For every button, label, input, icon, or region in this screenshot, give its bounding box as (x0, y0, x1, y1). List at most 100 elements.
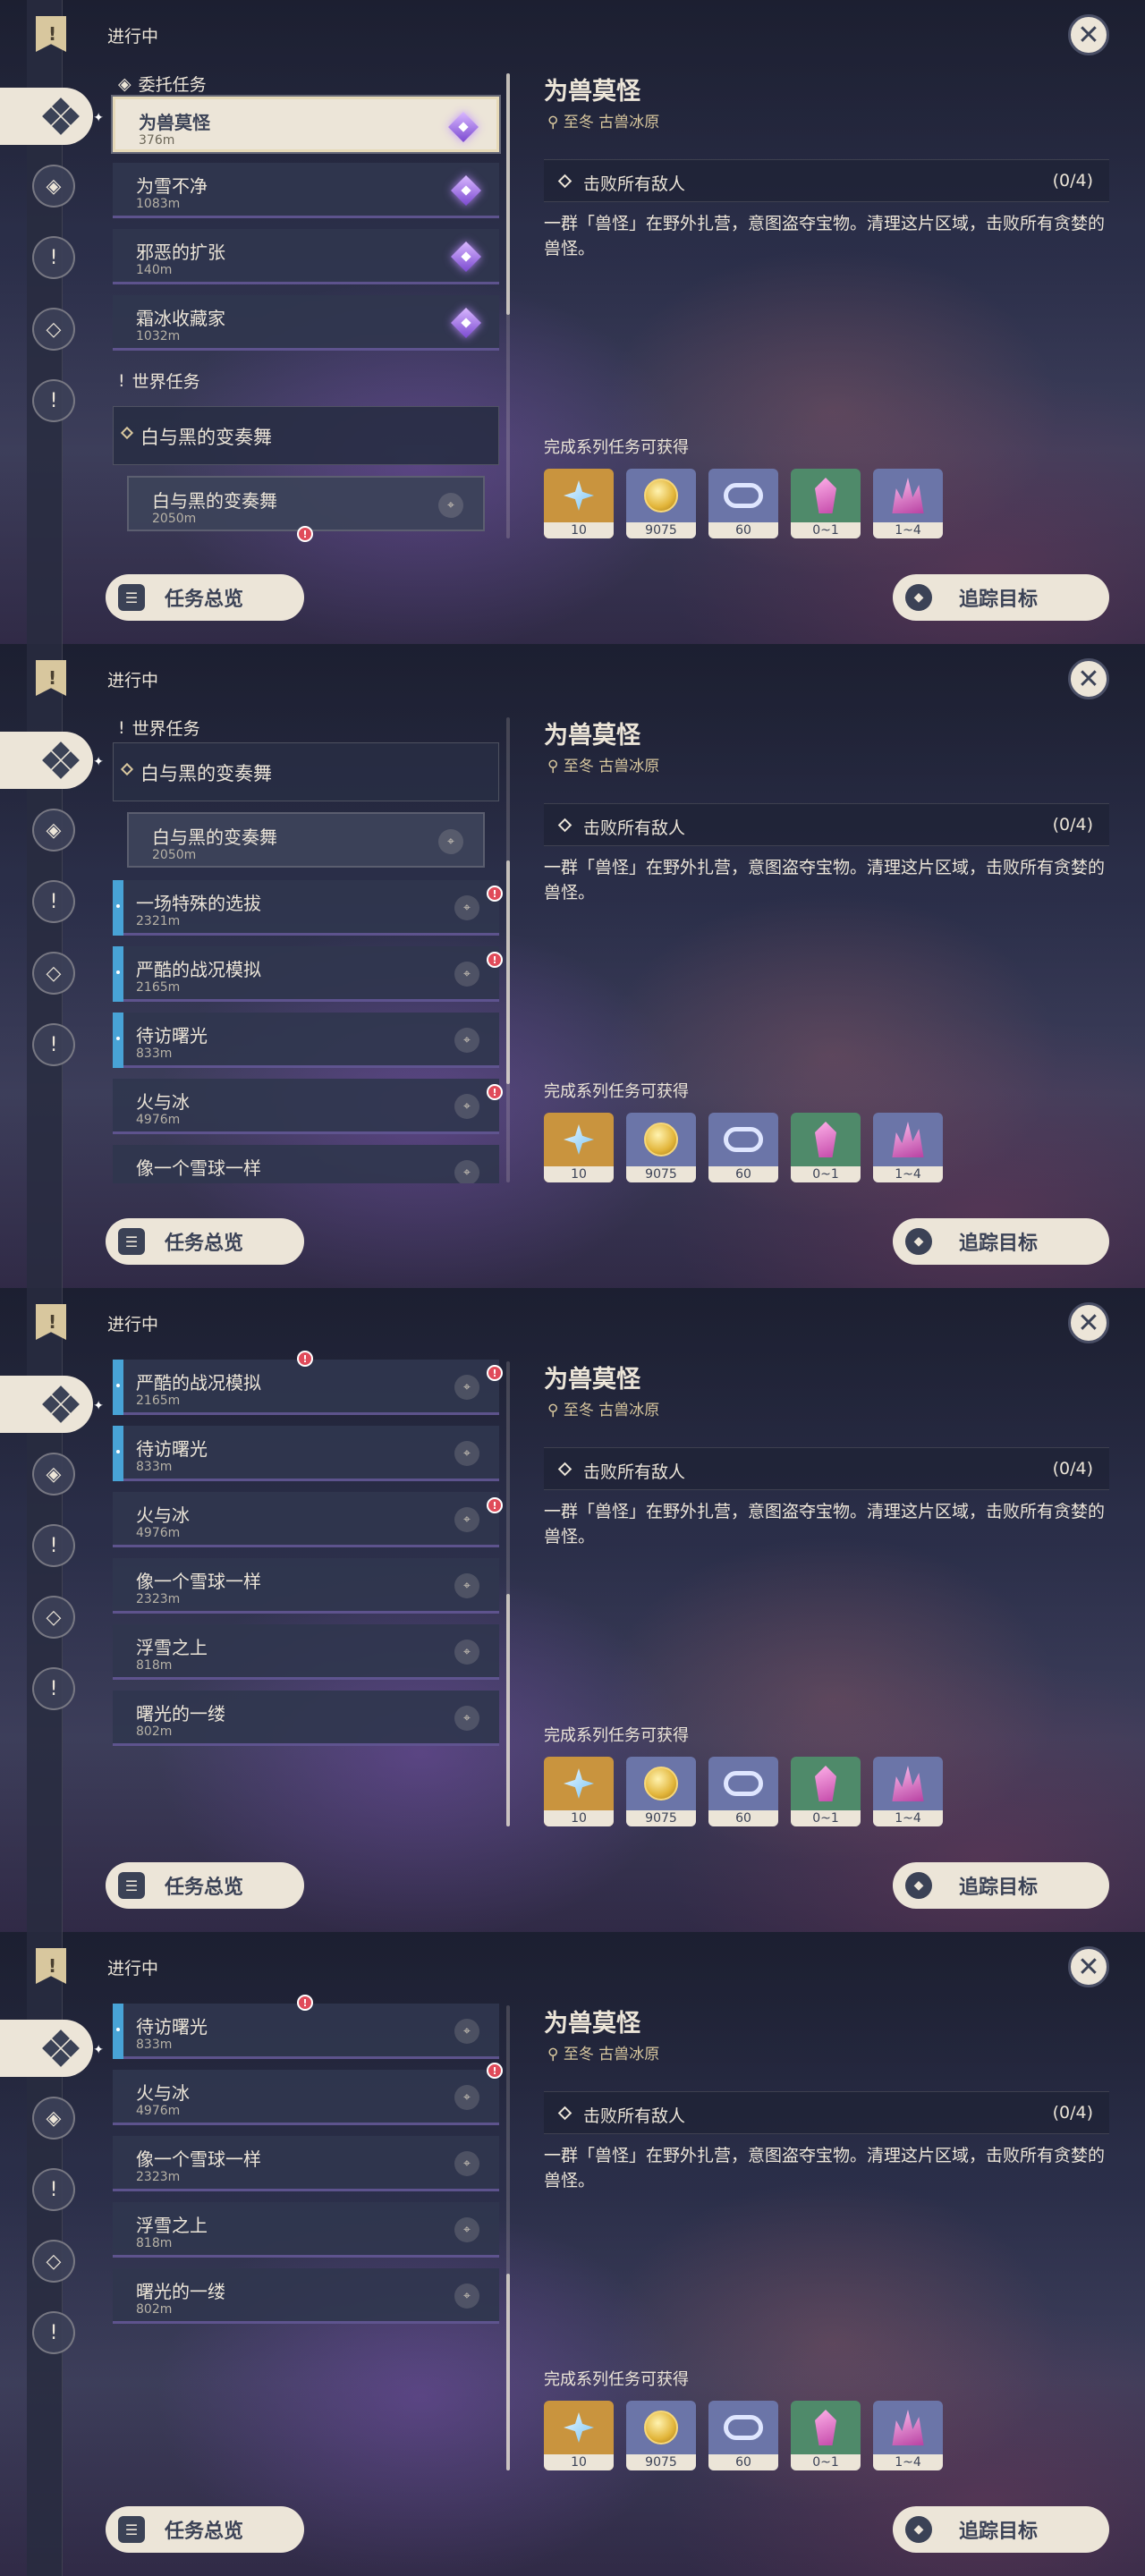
quest-item[interactable]: 浮雪之上 818m ⌖ (113, 2202, 499, 2258)
rail-tab-archon-quests[interactable]: ◈ (32, 809, 75, 852)
world-quest-group-header[interactable]: 白与黑的变奏舞 (113, 406, 499, 465)
world-quest-group-header[interactable]: 白与黑的变奏舞 (113, 742, 499, 801)
close-button[interactable]: ✕ (1068, 14, 1109, 55)
map-pin-icon[interactable]: ⌖ (454, 1640, 479, 1665)
map-pin-icon[interactable]: ⌖ (454, 2151, 479, 2176)
quest-item[interactable]: 为雪不净 1083m (113, 163, 499, 218)
rail-tab-all-quests[interactable]: ✦ (0, 88, 104, 145)
scrollbar[interactable] (506, 1361, 510, 1826)
rail-tab-story-quests[interactable]: ! (32, 236, 75, 279)
rail-tab-world-quests[interactable]: ! (32, 1023, 75, 1066)
quest-item[interactable]: 像一个雪球一样 2323m ⌖ (113, 2136, 499, 2191)
track-objective-button[interactable]: ◆ 追踪目标 (893, 1862, 1109, 1909)
map-pin-icon[interactable]: ⌖ (454, 2019, 479, 2044)
map-pin-icon[interactable]: ⌖ (454, 1507, 479, 1532)
rail-tab-world-quests[interactable]: ! (32, 2311, 75, 2354)
reward-item[interactable]: 10 (544, 1757, 614, 1826)
rail-tab-archon-quests[interactable]: ◈ (32, 2097, 75, 2140)
map-pin-icon[interactable]: ⌖ (454, 895, 479, 920)
scrollbar-thumb[interactable] (506, 1594, 510, 1826)
rail-tab-all-quests[interactable]: ✦ (0, 732, 104, 789)
rail-tab-commission-quests[interactable]: ◇ (32, 308, 75, 351)
quest-item[interactable]: 白与黑的变奏舞 2050m ⌖ (127, 476, 485, 531)
quest-item[interactable]: 像一个雪球一样 ⌖ (113, 1145, 499, 1183)
track-objective-button[interactable]: ◆ 追踪目标 (893, 574, 1109, 621)
map-pin-icon[interactable]: ⌖ (454, 1094, 479, 1119)
scrollbar[interactable] (506, 717, 510, 1182)
map-pin-icon[interactable]: ⌖ (454, 2217, 479, 2242)
quest-item[interactable]: 待访曙光 833m ⌖ (113, 1013, 499, 1068)
quest-item[interactable]: 火与冰 4976m ⌖ (113, 1492, 499, 1547)
quest-item[interactable]: 霜冰收藏家 1032m (113, 295, 499, 351)
map-pin-icon[interactable]: ⌖ (454, 1028, 479, 1053)
reward-item[interactable]: 60 (708, 469, 778, 538)
rail-tab-commission-quests[interactable]: ◇ (32, 1596, 75, 1639)
reward-item[interactable]: 1~4 (873, 2401, 943, 2470)
quest-item[interactable]: 严酷的战况模拟 2165m ⌖ (113, 1360, 499, 1415)
rail-tab-all-quests[interactable]: ✦ (0, 2020, 104, 2077)
quest-overview-button[interactable]: ☰ 任务总览 (106, 2506, 304, 2553)
reward-item[interactable]: 1~4 (873, 469, 943, 538)
reward-item[interactable]: 0~1 (791, 1113, 861, 1182)
reward-item[interactable]: 10 (544, 469, 614, 538)
scrollbar-thumb[interactable] (506, 860, 510, 1084)
reward-item[interactable]: 60 (708, 1757, 778, 1826)
scrollbar-thumb[interactable] (506, 73, 510, 315)
rail-tab-world-quests[interactable]: ! (32, 1667, 75, 1710)
scrollbar-thumb[interactable] (506, 2274, 510, 2470)
rail-tab-all-quests[interactable]: ✦ (0, 1376, 104, 1433)
reward-item[interactable]: 0~1 (791, 1757, 861, 1826)
close-button[interactable]: ✕ (1068, 658, 1109, 699)
reward-item[interactable]: 60 (708, 2401, 778, 2470)
map-pin-icon[interactable]: ⌖ (454, 2085, 479, 2110)
quest-item[interactable]: 一场特殊的选拔 2321m ⌖ (113, 880, 499, 936)
quest-item[interactable]: 邪恶的扩张 140m (113, 229, 499, 284)
reward-item[interactable]: 10 (544, 1113, 614, 1182)
scrollbar[interactable] (506, 2005, 510, 2470)
quest-item[interactable]: 待访曙光 833m ⌖ (113, 1426, 499, 1481)
track-objective-button[interactable]: ◆ 追踪目标 (893, 2506, 1109, 2553)
rail-tab-commission-quests[interactable]: ◇ (32, 952, 75, 995)
quest-item[interactable]: 严酷的战况模拟 2165m ⌖ (113, 946, 499, 1002)
close-button[interactable]: ✕ (1068, 1946, 1109, 1987)
rail-tab-story-quests[interactable]: ! (32, 2168, 75, 2211)
reward-item[interactable]: 0~1 (791, 469, 861, 538)
map-pin-icon[interactable]: ⌖ (454, 962, 479, 987)
reward-item[interactable]: 1~4 (873, 1757, 943, 1826)
map-pin-icon[interactable]: ⌖ (454, 1375, 479, 1400)
quest-item[interactable]: 曙光的一缕 802m ⌖ (113, 1690, 499, 1746)
scrollbar[interactable] (506, 73, 510, 538)
quest-item[interactable]: 火与冰 4976m ⌖ (113, 1079, 499, 1134)
reward-item[interactable]: 9075 (626, 2401, 696, 2470)
quest-item[interactable]: 为兽莫怪 376m (113, 97, 499, 152)
reward-item[interactable]: 10 (544, 2401, 614, 2470)
quest-overview-button[interactable]: ☰ 任务总览 (106, 1862, 304, 1909)
map-pin-icon[interactable]: ⌖ (438, 493, 463, 518)
quest-overview-button[interactable]: ☰ 任务总览 (106, 574, 304, 621)
rail-tab-commission-quests[interactable]: ◇ (32, 2240, 75, 2283)
track-objective-button[interactable]: ◆ 追踪目标 (893, 1218, 1109, 1265)
quest-item[interactable]: 浮雪之上 818m ⌖ (113, 1624, 499, 1680)
map-pin-icon[interactable]: ⌖ (454, 1573, 479, 1598)
map-pin-icon[interactable]: ⌖ (454, 1706, 479, 1731)
reward-item[interactable]: 0~1 (791, 2401, 861, 2470)
quest-overview-button[interactable]: ☰ 任务总览 (106, 1218, 304, 1265)
rail-tab-archon-quests[interactable]: ◈ (32, 1453, 75, 1496)
close-button[interactable]: ✕ (1068, 1302, 1109, 1343)
map-pin-icon[interactable]: ⌖ (438, 829, 463, 854)
quest-item[interactable]: 待访曙光 833m ⌖ (113, 2004, 499, 2059)
quest-item[interactable]: 曙光的一缕 802m ⌖ (113, 2268, 499, 2324)
rail-tab-story-quests[interactable]: ! (32, 1524, 75, 1567)
reward-item[interactable]: 1~4 (873, 1113, 943, 1182)
reward-item[interactable]: 9075 (626, 1757, 696, 1826)
reward-item[interactable]: 60 (708, 1113, 778, 1182)
reward-item[interactable]: 9075 (626, 1113, 696, 1182)
quest-item[interactable]: 像一个雪球一样 2323m ⌖ (113, 1558, 499, 1614)
map-pin-icon[interactable]: ⌖ (454, 1441, 479, 1466)
rail-tab-archon-quests[interactable]: ◈ (32, 165, 75, 208)
map-pin-icon[interactable]: ⌖ (454, 2284, 479, 2309)
rail-tab-story-quests[interactable]: ! (32, 880, 75, 923)
rail-tab-world-quests[interactable]: ! (32, 379, 75, 422)
quest-item[interactable]: 火与冰 4976m ⌖ (113, 2070, 499, 2125)
reward-item[interactable]: 9075 (626, 469, 696, 538)
